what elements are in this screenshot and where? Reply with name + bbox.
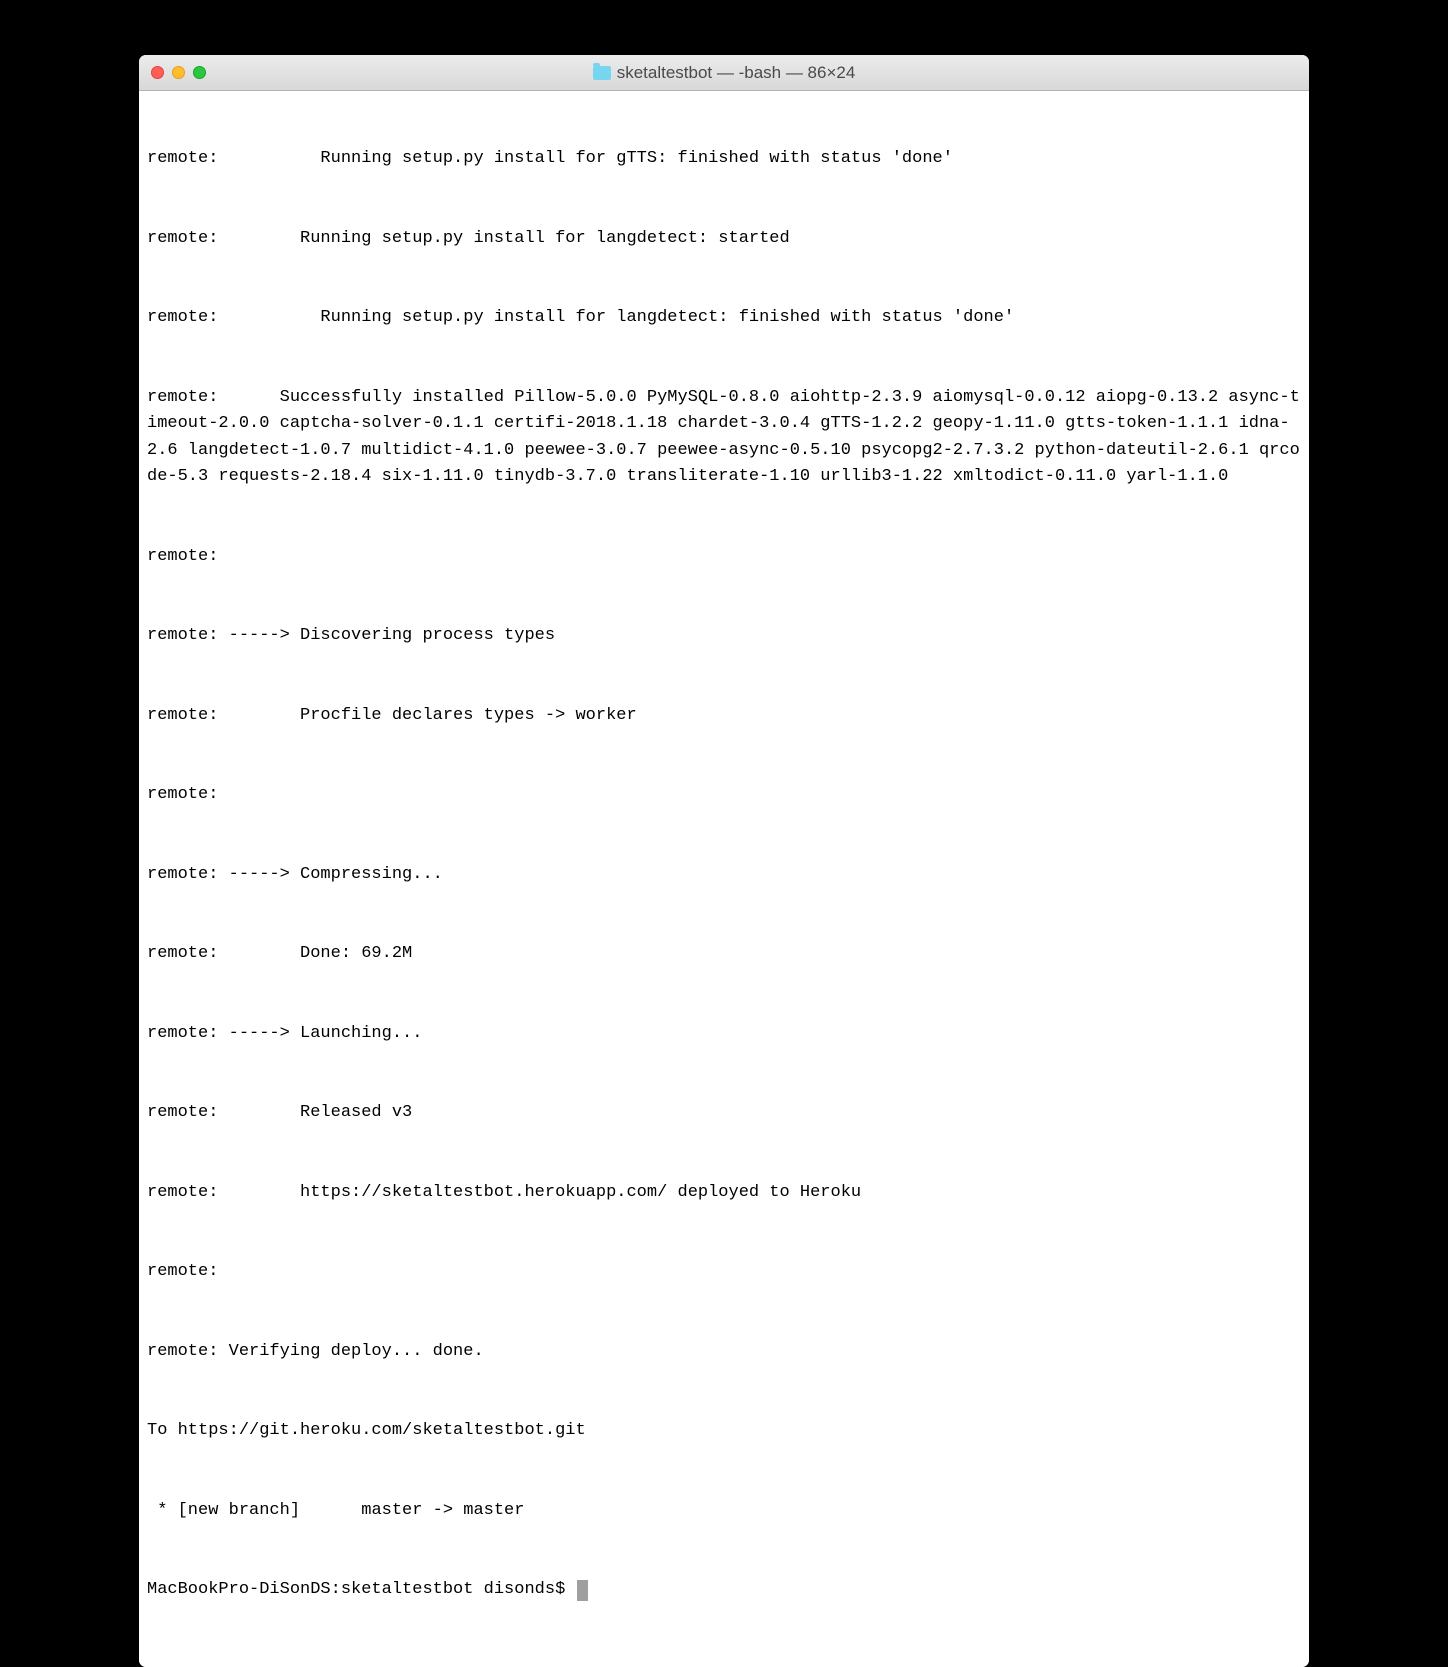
terminal-line: * [new branch] master -> master (147, 1498, 1301, 1525)
terminal-line: To https://git.heroku.com/sketaltestbot.… (147, 1418, 1301, 1445)
terminal-line: remote: Running setup.py install for lan… (147, 226, 1301, 253)
window-title-area: sketaltestbot — -bash — 86×24 (151, 63, 1297, 83)
terminal-line: remote: -----> Discovering process types (147, 623, 1301, 650)
terminal-content[interactable]: remote: Running setup.py install for gTT… (139, 91, 1309, 1667)
terminal-line: remote: -----> Launching... (147, 1021, 1301, 1048)
folder-icon (593, 66, 611, 80)
shell-prompt: MacBookPro-DiSonDS:sketaltestbot disonds… (147, 1577, 575, 1604)
close-button[interactable] (151, 66, 164, 79)
window-title: sketaltestbot — -bash — 86×24 (617, 63, 856, 83)
terminal-line: remote: Successfully installed Pillow-5.… (147, 385, 1301, 491)
terminal-line: remote: Verifying deploy... done. (147, 1339, 1301, 1366)
terminal-line: remote: Released v3 (147, 1100, 1301, 1127)
titlebar[interactable]: sketaltestbot — -bash — 86×24 (139, 55, 1309, 91)
terminal-line: remote: https://sketaltestbot.herokuapp.… (147, 1180, 1301, 1207)
terminal-line: remote: (147, 544, 1301, 571)
zoom-button[interactable] (193, 66, 206, 79)
traffic-lights (151, 66, 206, 79)
terminal-line: remote: Done: 69.2M (147, 941, 1301, 968)
terminal-line: remote: Running setup.py install for lan… (147, 305, 1301, 332)
minimize-button[interactable] (172, 66, 185, 79)
terminal-window: sketaltestbot — -bash — 86×24 remote: Ru… (139, 55, 1309, 1667)
terminal-line: remote: Procfile declares types -> worke… (147, 703, 1301, 730)
terminal-line: remote: (147, 782, 1301, 809)
terminal-line: remote: (147, 1259, 1301, 1286)
prompt-line[interactable]: MacBookPro-DiSonDS:sketaltestbot disonds… (147, 1577, 1301, 1604)
terminal-line: remote: -----> Compressing... (147, 862, 1301, 889)
cursor (577, 1580, 588, 1601)
terminal-line: remote: Running setup.py install for gTT… (147, 146, 1301, 173)
